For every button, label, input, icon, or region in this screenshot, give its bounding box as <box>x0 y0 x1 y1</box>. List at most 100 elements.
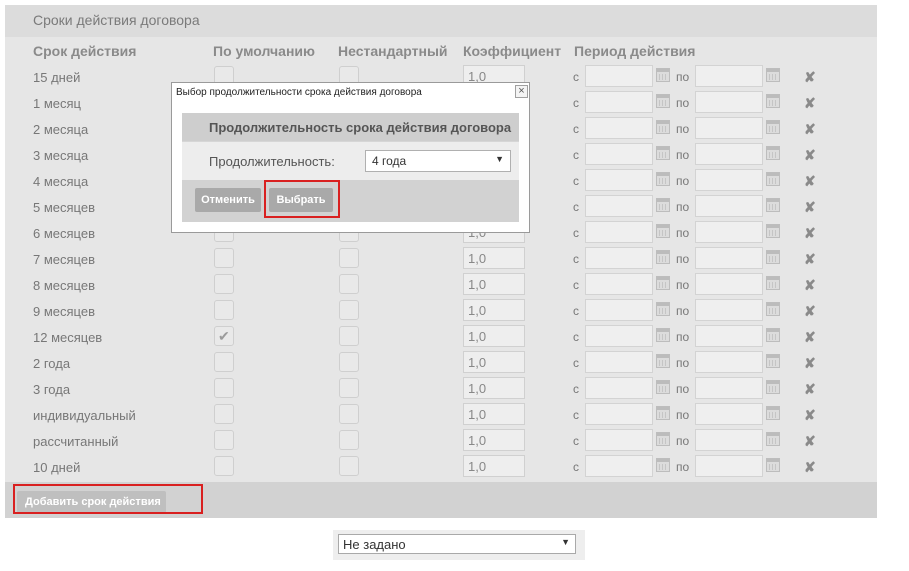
default-checkbox[interactable] <box>214 248 234 268</box>
date-from-input[interactable] <box>585 91 653 113</box>
date-to-input[interactable] <box>695 117 763 139</box>
nonstandard-checkbox[interactable] <box>339 352 359 372</box>
coefficient-input[interactable]: 1,0 <box>463 377 525 399</box>
date-from-input[interactable] <box>585 221 653 243</box>
calendar-icon[interactable] <box>656 276 670 290</box>
date-to-input[interactable] <box>695 221 763 243</box>
nonstandard-checkbox[interactable] <box>339 378 359 398</box>
coefficient-input[interactable]: 1,0 <box>463 325 525 347</box>
calendar-icon[interactable] <box>766 172 780 186</box>
nonstandard-checkbox[interactable] <box>339 300 359 320</box>
date-from-input[interactable] <box>585 143 653 165</box>
calendar-icon[interactable] <box>766 380 780 394</box>
calendar-icon[interactable] <box>656 458 670 472</box>
date-to-input[interactable] <box>695 299 763 321</box>
date-from-input[interactable] <box>585 429 653 451</box>
calendar-icon[interactable] <box>656 328 670 342</box>
calendar-icon[interactable] <box>656 198 670 212</box>
calendar-icon[interactable] <box>766 328 780 342</box>
coefficient-input[interactable]: 1,0 <box>463 403 525 425</box>
delete-icon[interactable]: ✘ <box>804 69 816 86</box>
delete-icon[interactable]: ✘ <box>804 355 816 372</box>
delete-icon[interactable]: ✘ <box>804 433 816 450</box>
nonstandard-checkbox[interactable] <box>339 274 359 294</box>
close-icon[interactable]: × <box>515 85 528 98</box>
delete-icon[interactable]: ✘ <box>804 407 816 424</box>
calendar-icon[interactable] <box>766 250 780 264</box>
date-from-input[interactable] <box>585 169 653 191</box>
date-to-input[interactable] <box>695 169 763 191</box>
calendar-icon[interactable] <box>656 432 670 446</box>
default-checkbox[interactable] <box>214 274 234 294</box>
calendar-icon[interactable] <box>656 120 670 134</box>
nonstandard-checkbox[interactable] <box>339 404 359 424</box>
calendar-icon[interactable] <box>766 120 780 134</box>
delete-icon[interactable]: ✘ <box>804 277 816 294</box>
calendar-icon[interactable] <box>766 354 780 368</box>
calendar-icon[interactable] <box>766 198 780 212</box>
calendar-icon[interactable] <box>656 380 670 394</box>
date-from-input[interactable] <box>585 247 653 269</box>
coefficient-input[interactable]: 1,0 <box>463 455 525 477</box>
coefficient-input[interactable]: 1,0 <box>463 273 525 295</box>
date-to-input[interactable] <box>695 403 763 425</box>
date-from-input[interactable] <box>585 351 653 373</box>
date-from-input[interactable] <box>585 273 653 295</box>
calendar-icon[interactable] <box>766 68 780 82</box>
calendar-icon[interactable] <box>656 68 670 82</box>
calendar-icon[interactable] <box>656 302 670 316</box>
delete-icon[interactable]: ✘ <box>804 147 816 164</box>
date-to-input[interactable] <box>695 325 763 347</box>
default-checkbox[interactable] <box>214 456 234 476</box>
calendar-icon[interactable] <box>766 302 780 316</box>
date-to-input[interactable] <box>695 429 763 451</box>
calendar-icon[interactable] <box>766 458 780 472</box>
date-to-input[interactable] <box>695 91 763 113</box>
date-to-input[interactable] <box>695 455 763 477</box>
coefficient-input[interactable]: 1,0 <box>463 429 525 451</box>
nonstandard-checkbox[interactable] <box>339 326 359 346</box>
date-from-input[interactable] <box>585 299 653 321</box>
nonstandard-checkbox[interactable] <box>339 456 359 476</box>
delete-icon[interactable]: ✘ <box>804 303 816 320</box>
calendar-icon[interactable] <box>656 172 670 186</box>
calendar-icon[interactable] <box>766 406 780 420</box>
delete-icon[interactable]: ✘ <box>804 121 816 138</box>
default-checkbox[interactable] <box>214 352 234 372</box>
date-to-input[interactable] <box>695 273 763 295</box>
calendar-icon[interactable] <box>656 94 670 108</box>
date-from-input[interactable] <box>585 195 653 217</box>
coefficient-input[interactable]: 1,0 <box>463 351 525 373</box>
date-from-input[interactable] <box>585 325 653 347</box>
duration-select[interactable]: 4 года ▼ <box>365 150 511 172</box>
calendar-icon[interactable] <box>656 146 670 160</box>
calendar-icon[interactable] <box>766 432 780 446</box>
delete-icon[interactable]: ✘ <box>804 225 816 242</box>
default-checkbox[interactable] <box>214 430 234 450</box>
nonstandard-checkbox[interactable] <box>339 248 359 268</box>
coefficient-input[interactable]: 1,0 <box>463 299 525 321</box>
delete-icon[interactable]: ✘ <box>804 381 816 398</box>
date-to-input[interactable] <box>695 247 763 269</box>
calendar-icon[interactable] <box>766 224 780 238</box>
delete-icon[interactable]: ✘ <box>804 329 816 346</box>
delete-icon[interactable]: ✘ <box>804 199 816 216</box>
date-from-input[interactable] <box>585 65 653 87</box>
default-checkbox[interactable]: ✔ <box>214 326 234 346</box>
date-to-input[interactable] <box>695 65 763 87</box>
calendar-icon[interactable] <box>656 354 670 368</box>
calendar-icon[interactable] <box>656 406 670 420</box>
date-from-input[interactable] <box>585 403 653 425</box>
date-from-input[interactable] <box>585 377 653 399</box>
date-to-input[interactable] <box>695 351 763 373</box>
calendar-icon[interactable] <box>766 276 780 290</box>
calendar-icon[interactable] <box>766 94 780 108</box>
coefficient-input[interactable]: 1,0 <box>463 247 525 269</box>
calendar-icon[interactable] <box>656 250 670 264</box>
date-to-input[interactable] <box>695 377 763 399</box>
date-to-input[interactable] <box>695 195 763 217</box>
default-checkbox[interactable] <box>214 300 234 320</box>
bottom-select[interactable]: Не задано ▼ <box>338 534 576 554</box>
date-from-input[interactable] <box>585 117 653 139</box>
delete-icon[interactable]: ✘ <box>804 459 816 476</box>
